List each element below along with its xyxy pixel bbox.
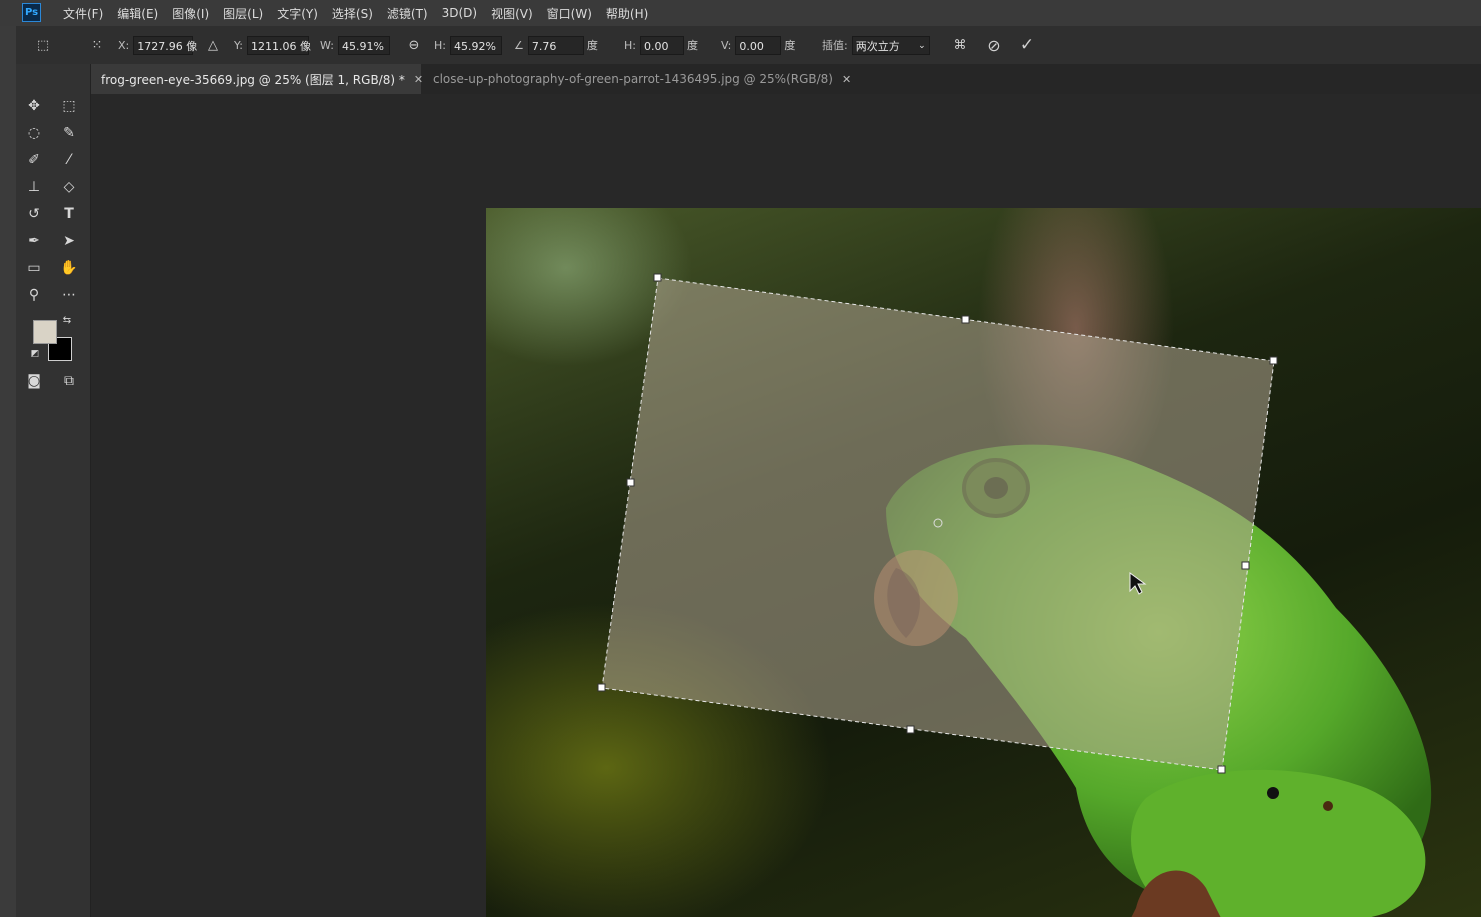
menu-select[interactable]: 选择(S) bbox=[325, 5, 380, 22]
w-label: W: bbox=[320, 38, 334, 52]
delta-icon[interactable]: △ bbox=[204, 36, 222, 54]
tab-label: frog-green-eye-35669.jpg @ 25% (图层 1, RG… bbox=[101, 72, 405, 87]
interpolation-value: 两次立方 bbox=[855, 39, 900, 53]
menu-items: 文件(F) 编辑(E) 图像(I) 图层(L) 文字(Y) 选择(S) 滤镜(T… bbox=[56, 0, 655, 26]
menu-filter[interactable]: 滤镜(T) bbox=[380, 5, 435, 22]
transform-handle bbox=[961, 315, 970, 324]
interpolation-select[interactable]: 两次立方 ⌄ bbox=[851, 35, 930, 55]
transform-handle bbox=[1269, 356, 1278, 365]
lasso-tool-icon[interactable]: ◌ bbox=[23, 122, 45, 144]
vskew-field[interactable]: 0.00 bbox=[735, 35, 782, 55]
rotate-angle-icon: ∠ bbox=[514, 38, 524, 52]
tab-label: close-up-photography-of-green-parrot-143… bbox=[433, 72, 833, 86]
reference-point-icon[interactable]: ⁙ bbox=[88, 36, 106, 54]
move-tool-icon[interactable]: ✥ bbox=[23, 95, 45, 117]
rectangle-tool-icon[interactable]: ▭ bbox=[23, 257, 45, 279]
history-brush-icon[interactable]: ↺ bbox=[23, 203, 45, 225]
menu-layer[interactable]: 图层(L) bbox=[216, 5, 270, 22]
frog-spot bbox=[1323, 801, 1333, 811]
cancel-icon[interactable]: ⊘ bbox=[985, 36, 1003, 55]
vskew-unit: 度 bbox=[784, 39, 796, 52]
transform-handle bbox=[906, 725, 915, 734]
transform-handle bbox=[1217, 765, 1226, 774]
document-tab-bar: frog-green-eye-35669.jpg @ 25% (图层 1, RG… bbox=[91, 64, 1481, 94]
hskew-label: H: bbox=[624, 38, 636, 52]
eraser-tool-icon[interactable]: ◇ bbox=[58, 176, 80, 198]
warp-icon[interactable]: ⌘ bbox=[951, 36, 969, 54]
transform-handle bbox=[626, 478, 635, 487]
tab-frog-document[interactable]: frog-green-eye-35669.jpg @ 25% (图层 1, RG… bbox=[91, 64, 423, 94]
menu-edit[interactable]: 编辑(E) bbox=[110, 5, 165, 22]
menu-file[interactable]: 文件(F) bbox=[56, 5, 110, 22]
chevron-down-icon: ⌄ bbox=[918, 40, 926, 51]
close-icon[interactable]: ✕ bbox=[414, 73, 423, 86]
tool-panel: ✥ ⬚ ◌ ✎ ✐ ⁄ ⊥ ◇ ↺ T ✒ ➤ ▭ ✋ ⚲ ⋯ ⇆ ◩ ◙ ⧉ bbox=[16, 64, 91, 917]
hskew-field[interactable]: 0.00 bbox=[639, 35, 684, 55]
h-label: H: bbox=[434, 38, 446, 52]
path-select-icon[interactable]: ➤ bbox=[58, 230, 80, 252]
transform-handle bbox=[1241, 561, 1250, 570]
transform-handle bbox=[597, 683, 606, 692]
transform-preset-icon[interactable]: ⬚ bbox=[34, 36, 52, 54]
w-field[interactable]: 45.91% bbox=[337, 35, 390, 55]
commit-icon[interactable]: ✓ bbox=[1018, 35, 1036, 55]
pen-tool-icon[interactable]: ✒ bbox=[23, 230, 45, 252]
canvas-area[interactable] bbox=[91, 94, 1481, 917]
link-icon[interactable]: ⊖ bbox=[405, 36, 423, 54]
y-field[interactable]: 1211.06 像 bbox=[246, 35, 311, 55]
menu-help[interactable]: 帮助(H) bbox=[599, 5, 655, 22]
quick-select-tool-icon[interactable]: ✎ bbox=[58, 122, 80, 144]
tab-parrot-document[interactable]: close-up-photography-of-green-parrot-143… bbox=[423, 64, 851, 94]
y-label: Y: bbox=[234, 38, 243, 52]
h-field[interactable]: 45.92% bbox=[449, 35, 502, 55]
x-label: X: bbox=[118, 38, 130, 52]
type-tool-icon[interactable]: T bbox=[58, 203, 80, 225]
document-image[interactable] bbox=[486, 208, 1481, 917]
left-strip bbox=[0, 26, 16, 917]
menu-type[interactable]: 文字(Y) bbox=[270, 5, 325, 22]
hskew-unit: 度 bbox=[686, 39, 698, 52]
rotate-field[interactable]: 7.76 bbox=[527, 35, 584, 55]
rotate-unit: 度 bbox=[586, 39, 598, 52]
brush-tool-icon[interactable]: ⁄ bbox=[58, 149, 80, 171]
frog-spot bbox=[1267, 787, 1279, 799]
screen-mode-icon[interactable]: ⧉ bbox=[58, 370, 80, 392]
close-icon[interactable]: ✕ bbox=[842, 73, 851, 86]
zoom-tool-icon[interactable]: ⚲ bbox=[23, 284, 45, 306]
options-bar: ⬚ ⁙ X: 1727.96 像 △ Y: 1211.06 像 W: 45.91… bbox=[0, 26, 1481, 65]
marquee-tool-icon[interactable]: ⬚ bbox=[58, 95, 80, 117]
more-tools-icon[interactable]: ⋯ bbox=[58, 284, 80, 306]
default-colors-icon[interactable]: ◩ bbox=[28, 347, 42, 361]
transform-layer bbox=[601, 277, 1275, 771]
menu-window[interactable]: 窗口(W) bbox=[540, 5, 599, 22]
healing-brush-icon[interactable]: ✐ bbox=[23, 149, 45, 171]
swap-colors-icon[interactable]: ⇆ bbox=[60, 313, 74, 327]
transform-handle bbox=[653, 273, 662, 282]
photoshop-logo-icon: Ps bbox=[22, 3, 41, 22]
menu-3d[interactable]: 3D(D) bbox=[435, 6, 484, 20]
x-field[interactable]: 1727.96 像 bbox=[133, 35, 197, 55]
foreground-color-swatch[interactable] bbox=[33, 320, 57, 344]
interpolation-label: 插值: bbox=[822, 39, 848, 52]
image-artwork bbox=[597, 273, 1432, 917]
quick-mask-icon[interactable]: ◙ bbox=[23, 370, 45, 392]
hand-tool-icon[interactable]: ✋ bbox=[58, 257, 80, 279]
menu-view[interactable]: 视图(V) bbox=[484, 5, 540, 22]
menu-bar: Ps 文件(F) 编辑(E) 图像(I) 图层(L) 文字(Y) 选择(S) 滤… bbox=[0, 0, 1481, 26]
stamp-tool-icon[interactable]: ⊥ bbox=[23, 176, 45, 198]
menu-image[interactable]: 图像(I) bbox=[165, 5, 216, 22]
vskew-label: V: bbox=[721, 38, 732, 52]
